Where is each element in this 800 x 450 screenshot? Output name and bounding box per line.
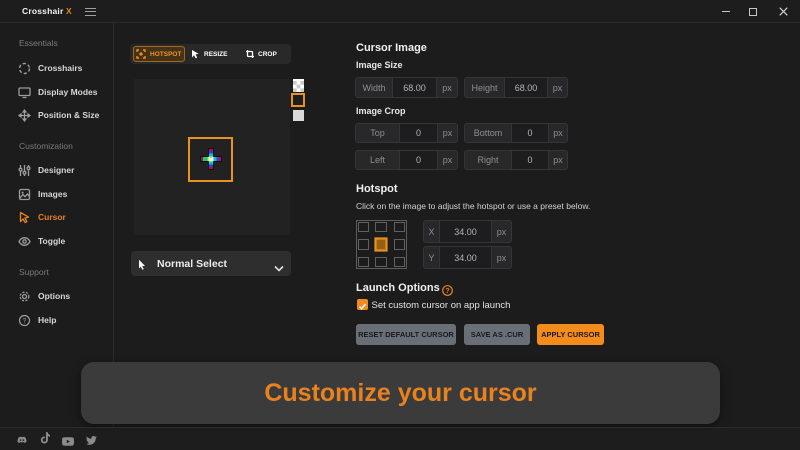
svg-text:?: ? (23, 318, 27, 325)
svg-text:?: ? (445, 288, 449, 295)
